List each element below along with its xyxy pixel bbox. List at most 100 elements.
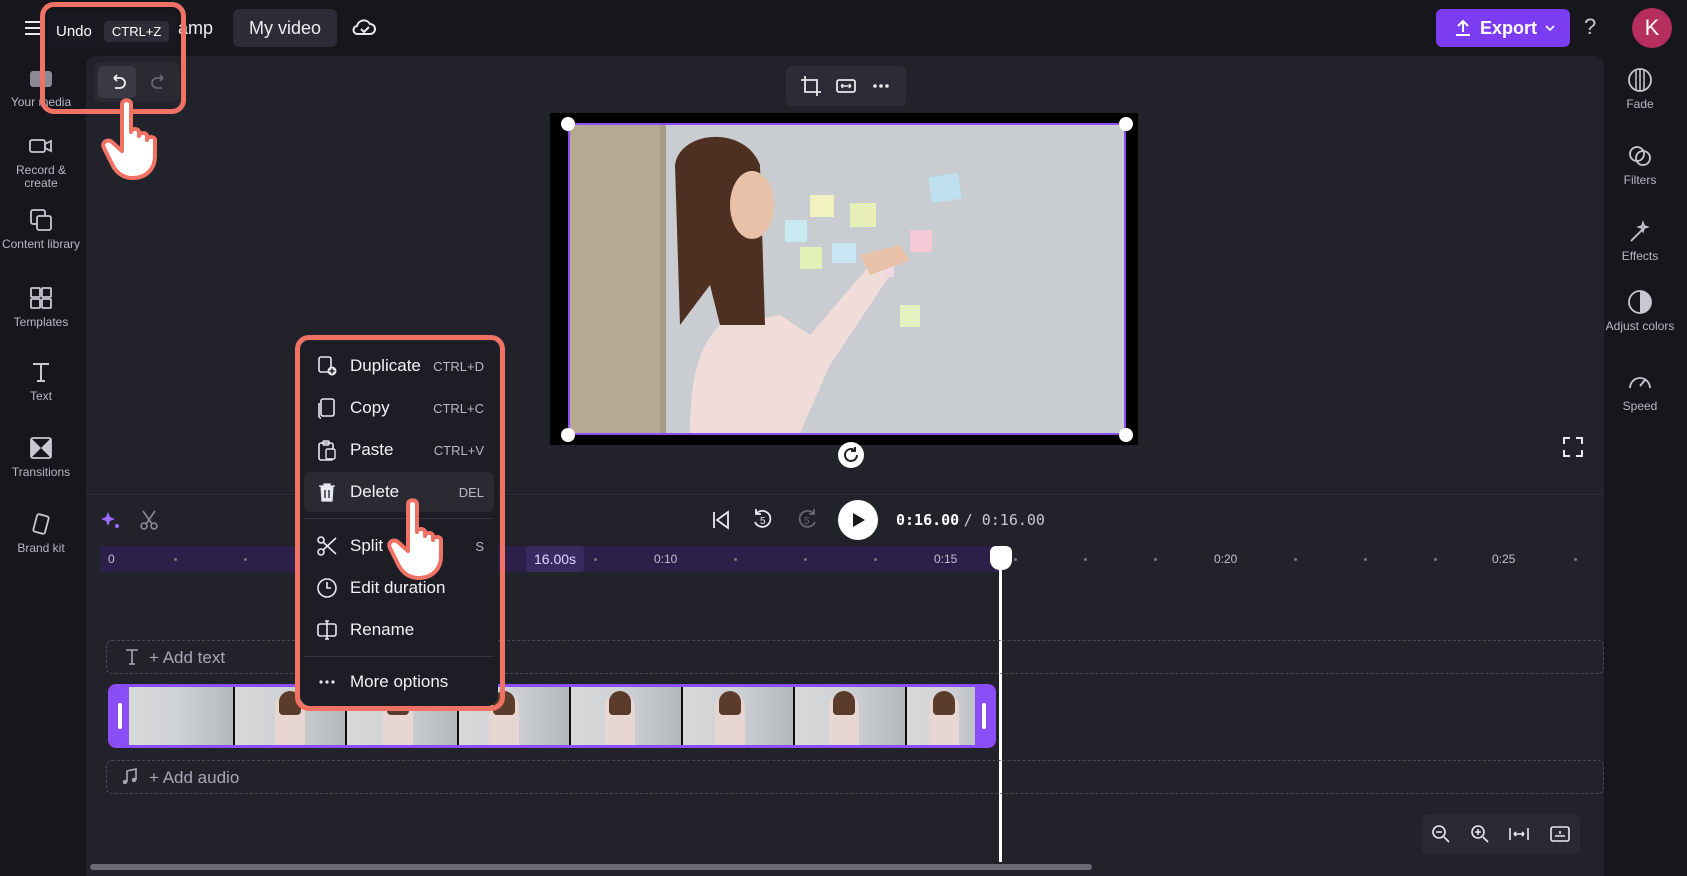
playhead-line — [999, 566, 1002, 862]
video-clip[interactable] — [108, 684, 996, 748]
sidebar-item-record-create[interactable]: Record & create — [0, 132, 82, 190]
zoom-in-icon[interactable] — [1470, 824, 1490, 844]
more-icon — [319, 680, 335, 684]
templates-icon — [27, 284, 55, 312]
magic-sparkle-icon[interactable] — [99, 509, 121, 531]
resize-handle-top-left[interactable] — [561, 117, 575, 131]
sidebar-item-speed[interactable]: Speed — [1599, 368, 1681, 413]
menu-item-label: Copy — [350, 398, 390, 417]
menu-item-shortcut: DEL — [458, 484, 484, 500]
avatar[interactable]: K — [1632, 8, 1672, 48]
menu-item-rename[interactable]: Rename — [304, 610, 494, 650]
menu-item-label: Paste — [350, 440, 394, 459]
split-scissors-icon[interactable] — [138, 509, 160, 531]
fit-timeline-icon[interactable] — [1508, 824, 1530, 844]
help-icon[interactable]: ? — [1584, 14, 1596, 40]
sidebar-label: Record & create — [15, 163, 67, 190]
clock-icon — [317, 578, 337, 598]
resize-handle-bottom-left[interactable] — [561, 428, 575, 442]
rotate-icon[interactable] — [838, 442, 864, 468]
left-sidebar: Your media Record & create Content libra… — [0, 56, 82, 876]
hand-pointer-icon — [387, 498, 443, 580]
clip-trim-handle-right[interactable] — [975, 687, 993, 745]
more-icon[interactable] — [870, 75, 892, 97]
chevron-down-icon — [1545, 25, 1555, 32]
menu-item-paste[interactable]: Paste CTRL+V — [304, 430, 494, 470]
timeline-scrollbar[interactable] — [90, 864, 1092, 870]
sidebar-item-transitions[interactable]: Transitions — [0, 434, 82, 479]
ruler-tick — [174, 558, 177, 561]
thumbnail-subject-hair — [933, 691, 955, 715]
menu-item-label: More options — [350, 672, 449, 691]
ruler-tick — [1434, 558, 1437, 561]
sidebar-label: Transitions — [11, 465, 71, 479]
forward-5-button[interactable]: 5 — [794, 506, 820, 534]
menu-item-duplicate[interactable]: Duplicate CTRL+D — [304, 346, 494, 386]
add-text-label: + Add text — [149, 648, 226, 667]
fade-icon — [1626, 66, 1654, 94]
camera-icon — [27, 132, 55, 160]
sidebar-item-adjust-colors[interactable]: Adjust colors — [1599, 288, 1681, 333]
ruler-tick — [1574, 558, 1577, 561]
menu-item-copy[interactable]: Copy CTRL+C — [304, 388, 494, 428]
menu-separator — [304, 656, 494, 657]
transitions-icon — [27, 434, 55, 462]
rewind-5-button[interactable]: 5 — [750, 506, 776, 534]
play-button[interactable] — [838, 500, 878, 540]
menu-item-more-options[interactable]: More options — [304, 662, 494, 702]
ruler-tick — [1084, 558, 1087, 561]
fullscreen-icon[interactable] — [1562, 436, 1584, 458]
sidebar-item-filters[interactable]: Filters — [1599, 142, 1681, 187]
clip-duration-badge: 16.00s — [526, 546, 585, 572]
thumbnail-subject-hair — [833, 691, 855, 715]
sidebar-label: Filters — [1623, 173, 1657, 187]
sidebar-label: Effects — [1621, 249, 1659, 263]
thumbnail-subject-hair — [719, 691, 741, 715]
copy-icon — [318, 398, 335, 419]
playback-controls: 5 5 0:16.00 / 0:16.00 — [710, 498, 1045, 542]
sidebar-item-effects[interactable]: Effects — [1599, 218, 1681, 263]
skip-to-start-icon[interactable] — [710, 509, 732, 531]
hand-pointer-icon — [101, 98, 157, 180]
rename-icon — [317, 620, 337, 640]
audio-track[interactable]: + Add audio — [106, 760, 1604, 794]
sidebar-item-content-library[interactable]: Content library — [0, 206, 82, 251]
ruler-tick — [874, 558, 877, 561]
thumbnail-subject-hair — [609, 691, 631, 715]
resize-handle-top-right[interactable] — [1119, 117, 1133, 131]
duplicate-icon — [318, 356, 337, 376]
ruler-label: 0:15 — [934, 552, 958, 566]
export-button[interactable]: Export — [1436, 9, 1570, 47]
library-icon — [27, 206, 55, 234]
sidebar-item-templates[interactable]: Templates — [0, 284, 82, 329]
play-icon — [853, 513, 865, 527]
fit-icon[interactable] — [835, 75, 857, 97]
crop-icon[interactable] — [800, 75, 822, 97]
sidebar-item-brand-kit[interactable]: Brand kit — [0, 510, 82, 555]
brand-kit-icon — [27, 510, 55, 538]
ruler-tick — [1154, 558, 1157, 561]
resize-handle-bottom-right[interactable] — [1119, 428, 1133, 442]
ruler-tick — [734, 558, 737, 561]
sidebar-label: Brand kit — [17, 541, 65, 555]
scissors-icon — [317, 536, 337, 556]
zoom-controls — [1422, 814, 1580, 854]
speed-icon — [1626, 368, 1654, 396]
zoom-out-icon[interactable] — [1431, 824, 1451, 844]
effects-icon — [1626, 218, 1654, 246]
top-bar: amp My video Export ? K — [0, 0, 1687, 56]
video-preview[interactable] — [568, 123, 1126, 435]
menu-item-shortcut: CTRL+V — [433, 442, 484, 458]
timeline-size-icon[interactable] — [1549, 824, 1571, 844]
sidebar-item-text[interactable]: Text — [0, 358, 82, 403]
clip-thumbnail — [571, 687, 683, 745]
menu-item-label: Duplicate — [350, 356, 421, 375]
text-icon — [126, 649, 138, 665]
ruler-tick — [244, 558, 247, 561]
sidebar-item-fade[interactable]: Fade — [1599, 66, 1681, 111]
project-title[interactable]: My video — [233, 9, 338, 47]
cloud-saved-icon[interactable] — [350, 14, 378, 42]
ruler-tick — [804, 558, 807, 561]
clip-thumbnail — [129, 687, 235, 745]
clip-trim-handle-left[interactable] — [111, 687, 129, 745]
